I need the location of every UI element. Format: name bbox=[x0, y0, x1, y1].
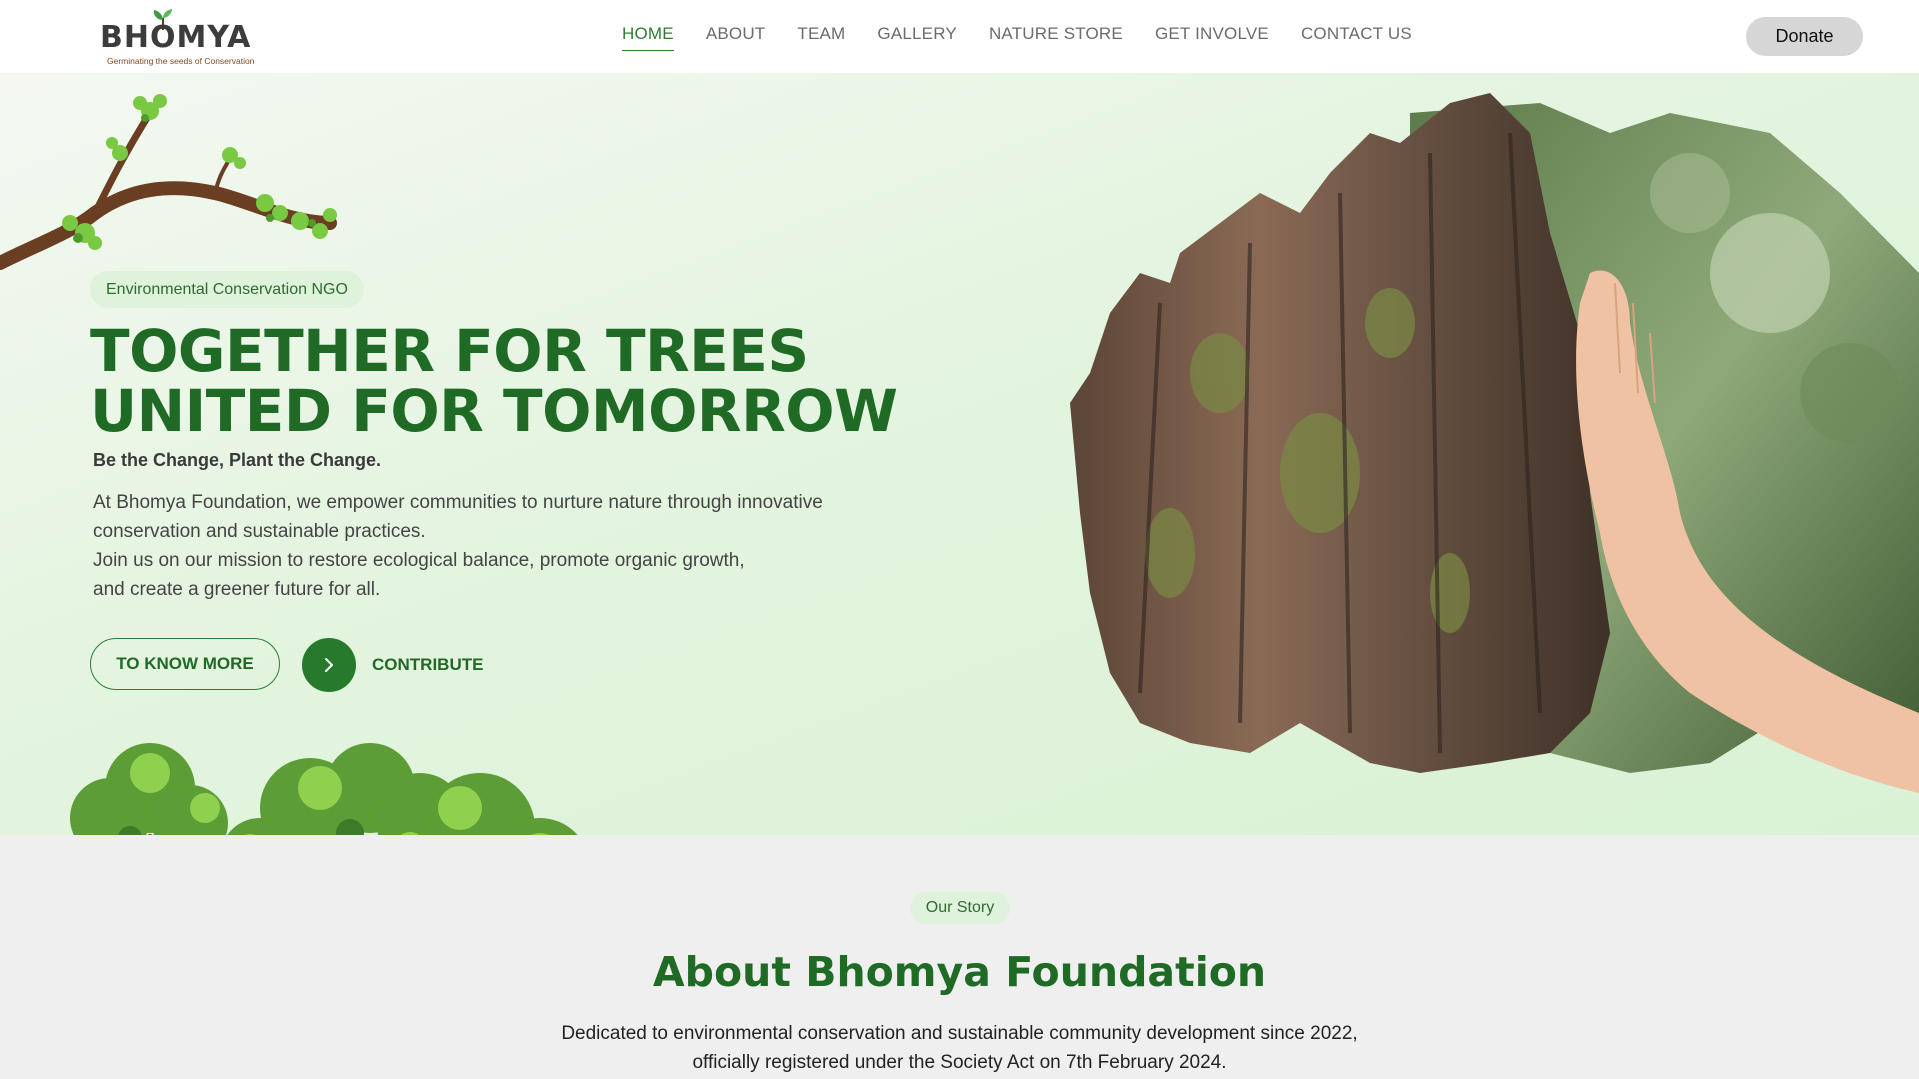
contribute-circle[interactable] bbox=[302, 638, 356, 692]
hero-badge: Environmental Conservation NGO bbox=[90, 271, 364, 308]
main-menu: HOME ABOUT TEAM GALLERY NATURE STORE GET… bbox=[622, 24, 1444, 51]
hero-description: At Bhomya Foundation, we empower communi… bbox=[93, 488, 913, 604]
hero-description-line: Join us on our mission to restore ecolog… bbox=[93, 550, 745, 571]
to-know-more-button[interactable]: TO KNOW MORE bbox=[90, 638, 280, 690]
hero-title-line1: TOGETHER FOR TREES bbox=[90, 317, 809, 385]
nav-home[interactable]: HOME bbox=[622, 24, 674, 51]
our-story-badge: Our Story bbox=[910, 892, 1010, 924]
hero-description-line: and create a greener future for all. bbox=[93, 579, 381, 600]
hero-title: TOGETHER FOR TREES UNITED FOR TOMORROW bbox=[90, 321, 898, 441]
brand-name: BHOMYA bbox=[100, 20, 252, 55]
brand-tagline: Germinating the seeds of Conservation bbox=[107, 56, 255, 66]
hero-title-line2: UNITED FOR TOMORROW bbox=[90, 377, 898, 445]
hero-tree-bark-image bbox=[1070, 93, 1919, 793]
top-navbar: BHOMYA Germinating the seeds of Conserva… bbox=[0, 0, 1919, 73]
nav-about[interactable]: ABOUT bbox=[706, 24, 766, 51]
hero-tagline: Be the Change, Plant the Change. bbox=[93, 450, 382, 470]
contribute-button[interactable]: CONTRIBUTE bbox=[302, 638, 483, 692]
about-section: Our Story About Bhomya Foundation Dedica… bbox=[0, 835, 1919, 1079]
branch-illustration-bottom bbox=[70, 743, 578, 835]
hero-description-line: conservation and sustainable practices. bbox=[93, 521, 426, 542]
about-title: About Bhomya Foundation bbox=[652, 948, 1267, 996]
about-description-line: officially registered under the Society … bbox=[692, 1052, 1227, 1073]
donate-button[interactable]: Donate bbox=[1746, 17, 1863, 56]
brand-logo[interactable]: BHOMYA Germinating the seeds of Conserva… bbox=[98, 8, 254, 68]
about-description: Dedicated to environmental conservation … bbox=[460, 1019, 1459, 1077]
chevron-right-icon bbox=[325, 658, 333, 672]
hero-description-line: At Bhomya Foundation, we empower communi… bbox=[93, 492, 823, 513]
about-description-line: Dedicated to environmental conservation … bbox=[561, 1023, 1358, 1044]
branch-illustration-top bbox=[0, 94, 337, 270]
nav-nature-store[interactable]: NATURE STORE bbox=[989, 24, 1123, 51]
nav-contact-us[interactable]: CONTACT US bbox=[1301, 24, 1412, 51]
nav-team[interactable]: TEAM bbox=[797, 24, 845, 51]
nav-get-involve[interactable]: GET INVOLVE bbox=[1155, 24, 1269, 51]
contribute-label[interactable]: CONTRIBUTE bbox=[372, 655, 483, 675]
nav-gallery[interactable]: GALLERY bbox=[877, 24, 957, 51]
hero-section: Environmental Conservation NGO TOGETHER … bbox=[0, 73, 1919, 835]
